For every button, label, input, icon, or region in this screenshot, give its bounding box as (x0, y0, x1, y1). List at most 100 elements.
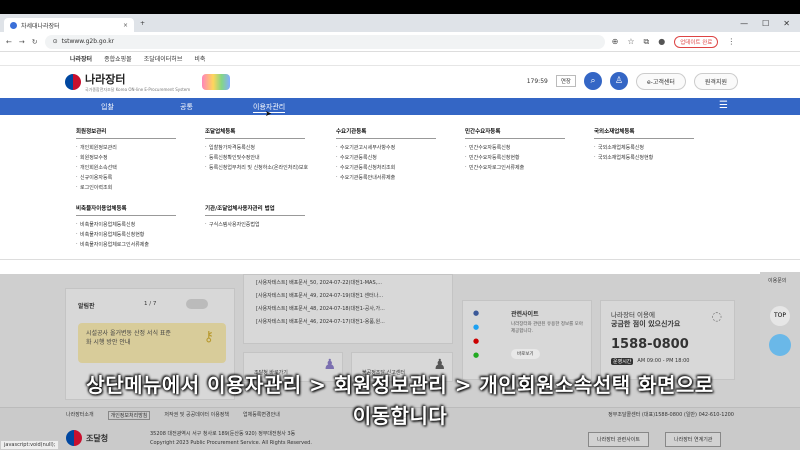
nav-item-bid[interactable]: 입찰 (101, 102, 114, 112)
menu-dots-icon[interactable]: ⋮ (727, 37, 735, 46)
util-link-2[interactable]: 조달데이터허브 (144, 54, 183, 63)
facebook-icon[interactable]: ● (473, 309, 479, 317)
remote-support-button[interactable]: 원격지원 (693, 72, 738, 90)
menu-group-title[interactable]: 민간수요자등록 (465, 127, 565, 139)
linked-orgs-button[interactable]: 나라장터 연계기관 (665, 432, 722, 447)
blog-icon[interactable]: ● (473, 351, 479, 359)
notice-card[interactable]: 시설공사 올거변동 산정 서식 표준화 시행 방안 안내 ⚷ (78, 323, 226, 363)
menu-item[interactable]: 비축물자이용업체등록신청현황 (76, 231, 176, 238)
help-box: 나라장터 이용에 궁금한 점이 있으신가요 1588-0800 운영시간 AM … (600, 300, 735, 380)
notice-item[interactable]: [사용자테스트] 배포문서_50, 2024-07-22(대전1-MAS,... (256, 279, 440, 286)
taegeuk-logo-icon (65, 74, 81, 90)
related-sites-button[interactable]: 나라장터 관련사이트 (588, 432, 649, 447)
menu-item[interactable]: 로그인이력조회 (76, 184, 176, 191)
util-link-3[interactable]: 비축 (194, 54, 205, 63)
footer-address: 35208 대전광역시 서구 청사로 189(둔산동 920) 정부대전청사 3… (150, 431, 296, 437)
bookmark-star-icon[interactable]: ☆ (627, 37, 634, 46)
phone-number: 1588-0800 (611, 337, 689, 352)
menu-item[interactable]: 민간수요자로그인서류제출 (465, 164, 565, 171)
notice-item[interactable]: [사용자테스트] 배포문서_48, 2024-07-18(대전1-공사,가... (256, 305, 440, 312)
hamburger-menu-icon[interactable]: ☰ (719, 100, 728, 111)
menu-item[interactable]: 회원정보수정 (76, 154, 176, 161)
youtube-icon[interactable]: ● (473, 337, 479, 345)
menu-group-stockpile-reg: 비축물자이용업체등록 비축물자이용업체등록신청 비축물자이용업체등록신청현황 비… (76, 204, 176, 251)
logo-text: 나라장터 (85, 73, 126, 86)
session-timer: 179:59 (526, 77, 548, 85)
side-inquiry-label[interactable]: 이용문의 (768, 277, 786, 284)
top-button[interactable]: TOP (770, 306, 790, 326)
new-tab-icon[interactable]: + (140, 20, 145, 27)
menu-item[interactable]: 비축물자이용업체로그인서류제출 (76, 241, 176, 248)
profile-icon[interactable]: ● (658, 37, 665, 46)
menu-item[interactable]: 개인회원정보관리 (76, 144, 176, 151)
menu-item[interactable]: 등록신청업무처리 및 신청하소(온라인처리)보호 (205, 164, 308, 171)
menu-group-foreign-reg: 국외소재업체등록 국외소재업체등록신청 국외소재업체등록신청현황 (594, 127, 694, 164)
menu-item[interactable]: 비축물자이용업체등록신청 (76, 221, 176, 228)
tab-title: 차세대나라장터 (21, 22, 60, 30)
menu-group-member-info: 회원정보관리 개인회원정보관리 회원정보수정 개인회원소속선택 신규이용자등록 … (76, 127, 176, 194)
pager-toggle[interactable] (186, 299, 208, 309)
menu-item[interactable]: 수요기관등록신청처리조회 (336, 164, 436, 171)
related-title: 관련사이트 (511, 311, 539, 318)
taegeuk-logo-icon (66, 430, 82, 446)
menu-group-title[interactable]: 비축물자이용업체등록 (76, 204, 176, 216)
logo-subtext: 국가종합전자조달 Korea ON-line E-Procurement Sys… (85, 87, 191, 92)
toolbar-icons: ⊕ ☆ ⧉ ● 업데이트 완료 ⋮ (612, 35, 735, 48)
menu-group-title[interactable]: 국외소재업체등록 (594, 127, 694, 139)
util-link-0[interactable]: 나라장터 (70, 54, 92, 63)
menu-group-private-reg: 민간수요자등록 민간수요자등록신청 민간수요자등록신청현황 민간수요자로그인서류… (465, 127, 565, 174)
close-tab-icon[interactable]: × (123, 22, 128, 29)
update-button[interactable]: 업데이트 완료 (674, 35, 719, 48)
util-link-1[interactable]: 종합쇼핑몰 (104, 54, 132, 63)
zoom-icon[interactable]: ⊕ (612, 37, 619, 46)
menu-item[interactable]: 민간수요자등록신청 (465, 144, 565, 151)
site-logo[interactable]: 나라장터 국가종합전자조달 Korea ON-line E-Procuremen… (65, 71, 231, 93)
hours-badge: 운영시간 (611, 358, 634, 365)
site-info-icon[interactable]: ⊙ (53, 38, 58, 45)
window-controls: — ☐ ✕ (740, 19, 796, 28)
chatbot-icon[interactable] (769, 334, 791, 356)
customer-center-button[interactable]: e-고객센터 (635, 72, 686, 90)
menu-item[interactable]: 입찰참가자격등록신청 (205, 144, 308, 151)
menu-item[interactable]: 구식스템사용자인증법업 (205, 221, 305, 228)
back-icon[interactable]: ← (6, 38, 12, 46)
menu-item[interactable]: 국외소재업체등록신청 (594, 144, 694, 151)
menu-item[interactable]: 민간수요자등록신청현황 (465, 154, 565, 161)
search-icon[interactable]: ⌕ (583, 72, 602, 90)
main-nav: 입찰 공통 이용자관리 ☰ (0, 98, 800, 115)
extensions-icon[interactable]: ⧉ (644, 37, 650, 47)
menu-item[interactable]: 국외소재업체등록신청현황 (594, 154, 694, 161)
notice-item[interactable]: [사용자테스트] 배포문서_49, 2024-07-19(대전1 센터나... (256, 292, 440, 299)
extend-session-button[interactable]: 연장 (555, 75, 576, 87)
url-field[interactable]: ⊙ tstwww.g2b.go.kr (44, 34, 605, 49)
chat-bubble-icon: ◌ (711, 309, 722, 323)
user-icon[interactable]: ♙ (609, 72, 628, 90)
related-view-button[interactable]: 바로보기 (511, 349, 540, 359)
close-window-icon[interactable]: ✕ (783, 19, 790, 28)
minimize-icon[interactable]: — (740, 19, 748, 28)
menu-group-user-admin: 기관/조달업체사용자관리 법업 구식스템사용자인증법업 (205, 204, 305, 231)
menu-item[interactable]: 수요기관등록안내서류제출 (336, 174, 436, 181)
menu-item[interactable]: 수요기관고시세부사항수정 (336, 144, 436, 151)
url-text: tstwww.g2b.go.kr (61, 38, 115, 45)
notice-item[interactable]: [사용자테스트] 배포문서_46, 2024-07-17(대전1-용품,원... (256, 318, 440, 325)
menu-group-title[interactable]: 조달업체등록 (205, 127, 308, 139)
menu-item[interactable]: 신규이용자등록 (76, 174, 176, 181)
reload-icon[interactable]: ↻ (32, 38, 38, 46)
caption-line-2: 이동합니다 (352, 404, 448, 428)
menu-group-title[interactable]: 수요기관등록 (336, 127, 436, 139)
pps-logo: 조달청 (66, 430, 108, 446)
menu-group-title[interactable]: 기관/조달업체사용자관리 법업 (205, 204, 305, 216)
tab-strip: 차세대나라장터 × + — ☐ ✕ (0, 14, 800, 32)
menu-group-agency-reg: 수요기관등록 수요기관고시세부사항수정 수요기관등록신청 수요기관등록신청처리조… (336, 127, 436, 184)
twitter-icon[interactable]: ● (473, 323, 479, 331)
forward-icon[interactable]: → (19, 38, 25, 46)
menu-item[interactable]: 수요기관등록신청 (336, 154, 436, 161)
nav-item-common[interactable]: 공통 (180, 102, 193, 112)
menu-item[interactable]: 등록신청확인및수정안내 (205, 154, 308, 161)
site-header: 나라장터 국가종합전자조달 Korea ON-line E-Procuremen… (0, 66, 800, 98)
menu-group-title[interactable]: 회원정보관리 (76, 127, 176, 139)
menu-item[interactable]: 개인회원소속선택 (76, 164, 176, 171)
browser-tab[interactable]: 차세대나라장터 × (4, 18, 134, 32)
maximize-icon[interactable]: ☐ (762, 19, 769, 28)
